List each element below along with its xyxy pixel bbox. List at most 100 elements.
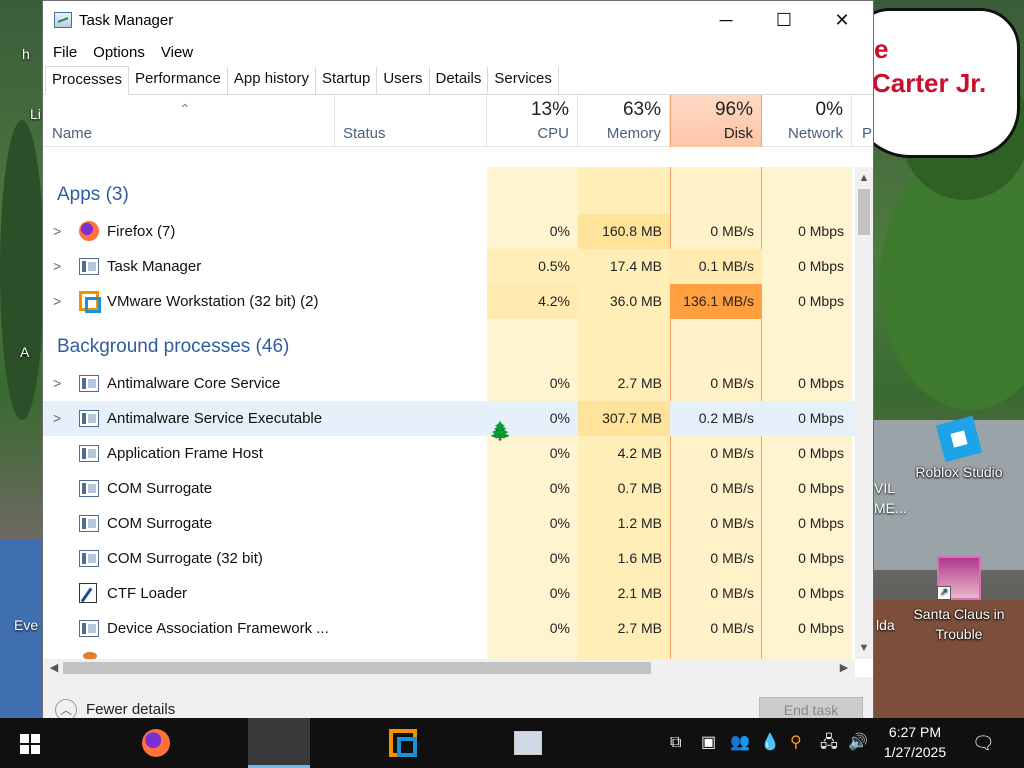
process-cpu: 0% [549,375,570,391]
disk-total: 96% [714,99,753,120]
scroll-right-icon[interactable]: ▶ [835,659,853,677]
bubble-text-2: Carter Jr. [872,68,987,98]
tree-cursor-icon: 🌲 [489,421,512,441]
process-memory: 1.6 MB [617,550,662,566]
process-memory: 307.7 MB [578,401,670,436]
tab-app-history[interactable]: App history [228,67,316,94]
table-row[interactable]: Device Association Framework ... 0% 2.7 … [43,611,855,646]
process-disk: 0 MB/s [710,445,754,461]
process-network: 0 Mbps [798,515,844,531]
partial-desktop-label: h [22,46,30,62]
process-disk: 0 MB/s [710,480,754,496]
process-name: COM Surrogate (32 bit) [107,550,263,567]
tab-performance[interactable]: Performance [129,67,228,94]
horizontal-scrollbar[interactable]: ◀ ▶ [43,659,855,677]
scroll-up-icon[interactable]: ▲ [855,169,873,187]
roblox-studio-icon [935,415,983,463]
process-name: COM Surrogate [107,515,213,532]
process-network: 0 Mbps [798,293,844,309]
tab-users[interactable]: Users [377,67,430,94]
scroll-thumb[interactable] [858,189,870,235]
column-header-name[interactable]: ⌃ Name [43,95,335,147]
tab-services[interactable]: Services [488,67,559,94]
desktop-icon-label: Santa Claus in Trouble [913,606,1005,642]
cpu-label: CPU [537,125,569,142]
column-header-cpu[interactable]: 13% CPU [487,95,578,147]
process-memory: 2.1 MB [617,585,662,601]
scroll-left-icon[interactable]: ◀ [45,659,63,677]
column-header-status[interactable]: Status [335,95,487,147]
task-manager-icon [514,731,542,755]
title-bar[interactable]: Task Manager ─ ☐ ✕ [43,1,873,39]
table-row[interactable]: > Antimalware Service Executable 0% 307.… [43,401,855,436]
chevron-right-icon[interactable]: > [53,214,65,249]
menu-options[interactable]: Options [93,44,145,61]
tablet-icon[interactable]: ▣ [701,718,716,768]
column-header-row: ⌃ Name Status 13% CPU 63% Memory 96% Dis… [43,95,873,147]
process-disk: 0 MB/s [710,223,754,239]
table-row[interactable]: COM Surrogate 0% 1.2 MB 0 MB/s 0 Mbps [43,506,855,541]
notification-icon[interactable]: 🗨 [972,718,995,768]
service-icon [79,550,99,567]
chevron-right-icon[interactable]: > [53,284,65,319]
tab-processes[interactable]: Processes [45,66,130,95]
process-network: 0 Mbps [798,445,844,461]
table-row[interactable]: > Task Manager 0.5% 17.4 MB 0.1 MB/s 0 M… [43,249,855,284]
taskbar-file-explorer[interactable] [124,718,294,768]
desktop-icon-roblox-studio[interactable]: Roblox Studio [904,415,1014,482]
menu-view[interactable]: View [161,44,193,61]
search-tray-icon[interactable]: ⚲ [790,718,802,768]
desktop-icon-santa-claus[interactable]: ↗ Santa Claus in Trouble [904,556,1014,644]
task-view-icon[interactable]: ⧉ [670,718,681,768]
column-header-power[interactable]: P [852,95,873,147]
table-row[interactable]: > VMware Workstation (32 bit) (2) 4.2% 3… [43,284,855,319]
chevron-right-icon[interactable]: > [53,401,65,436]
table-row[interactable]: > Firefox (7) 0% 160.8 MB 0 MB/s 0 Mbps [43,214,855,249]
minimize-button[interactable]: ─ [697,1,755,39]
column-header-network[interactable]: 0% Network [762,95,852,147]
close-button[interactable]: ✕ [813,1,871,39]
tab-startup[interactable]: Startup [316,67,378,94]
menu-file[interactable]: File [53,44,77,61]
column-header-memory[interactable]: 63% Memory [578,95,670,147]
maximize-button[interactable]: ☐ [755,1,813,39]
taskbar-firefox[interactable] [62,718,170,768]
pen-icon [79,583,97,603]
column-header-disk[interactable]: 96% Disk [670,95,762,147]
fewer-details-link[interactable]: Fewer details [86,701,175,718]
process-memory: 160.8 MB [578,214,670,249]
process-disk: 0 MB/s [710,515,754,531]
network-icon[interactable]: 🖧 [820,718,838,768]
vertical-scrollbar[interactable]: ▲ ▼ [855,167,873,659]
people-icon[interactable]: 👥 [730,718,750,768]
memory-total: 63% [622,99,661,120]
chevron-right-icon[interactable]: > [53,366,65,401]
footer-bar: ︿ Fewer details End task [43,677,873,723]
process-disk: 0 MB/s [710,620,754,636]
table-row[interactable]: Application Frame Host 0% 4.2 MB 0 MB/s … [43,436,855,471]
scroll-thumb[interactable] [63,662,651,674]
table-row[interactable]: CTF Loader 0% 2.1 MB 0 MB/s 0 Mbps [43,576,855,611]
volume-icon[interactable]: 🔊 [848,718,868,768]
partial-desktop-label: lda [876,617,895,633]
taskbar-task-manager[interactable] [248,718,542,768]
process-cpu: 0% [549,620,570,636]
service-icon [79,375,99,392]
tab-details[interactable]: Details [430,67,489,94]
table-row[interactable]: COM Surrogate (32 bit) 0% 1.6 MB 0 MB/s … [43,541,855,576]
start-button[interactable] [0,718,62,768]
cpu-total: 13% [530,99,569,120]
clock-time: 6:27 PM [888,724,942,740]
table-row-partial[interactable] [43,646,855,659]
firefox-icon [79,221,99,241]
taskbar-vmware[interactable] [186,718,417,768]
process-name: Antimalware Service Executable [107,410,323,427]
clock[interactable]: 6:27 PM 1/27/2025 [874,722,956,762]
droplet-icon[interactable]: 💧 [760,718,780,768]
scroll-down-icon[interactable]: ▼ [855,639,873,657]
disk-label: Disk [723,125,753,142]
process-disk: 0.2 MB/s [698,410,754,426]
table-row[interactable]: COM Surrogate 0% 0.7 MB 0 MB/s 0 Mbps [43,471,855,506]
table-row[interactable]: > Antimalware Core Service 0% 2.7 MB 0 M… [43,366,855,401]
chevron-right-icon[interactable]: > [53,249,65,284]
